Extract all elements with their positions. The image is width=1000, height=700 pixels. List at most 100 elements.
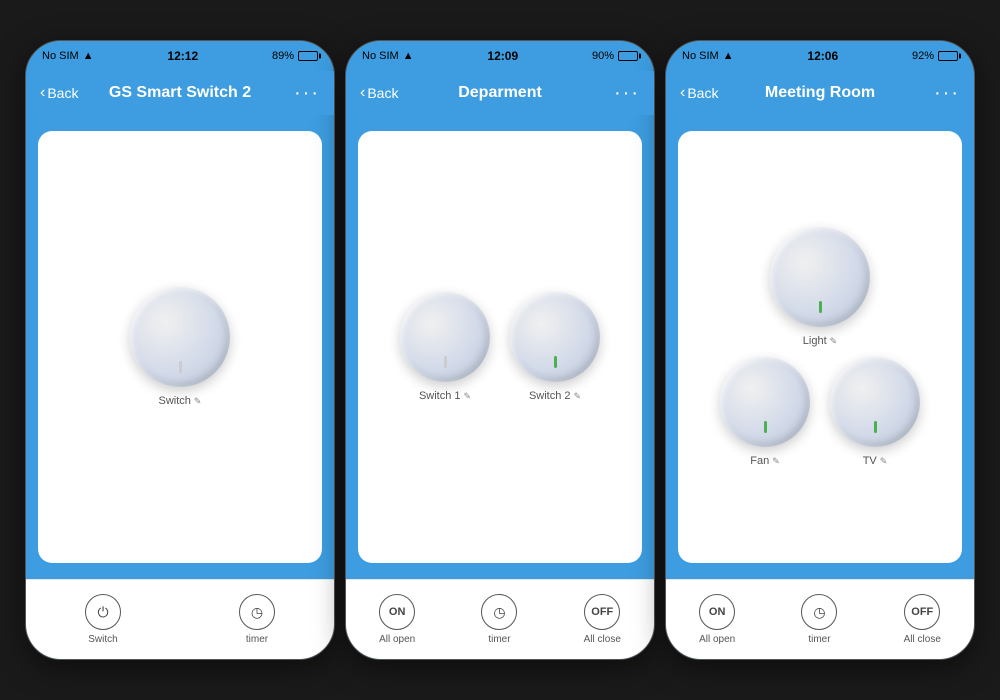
wifi-icon-2: ▲ (403, 50, 414, 62)
no-sim-label-2: No SIM (362, 50, 399, 62)
nav-bar-2: ‹ Back Deparment ··· (346, 71, 654, 115)
device-card-3: Light ✎ Fan ✎ (678, 131, 962, 563)
back-button-2[interactable]: ‹ Back (360, 84, 398, 102)
back-label-1: Back (47, 85, 78, 101)
switch-indicator-1 (179, 361, 182, 373)
switches-row-2: Switch 1 ✎ Switch 2 ✎ (400, 292, 600, 402)
phone-2: No SIM ▲ 12:09 90% ‹ Back Deparment ··· (345, 40, 655, 660)
on-icon-3: ON (699, 594, 735, 630)
nav-bar-3: ‹ Back Meeting Room ··· (666, 71, 974, 115)
timer-icon-3: ◷ (801, 594, 837, 630)
switch-knob-tv[interactable] (830, 357, 920, 447)
switch-item-1: Switch ✎ (130, 287, 230, 407)
switch-item-light: Light ✎ (770, 227, 870, 347)
status-bar-2: No SIM ▲ 12:09 90% (346, 41, 654, 71)
battery-icon-1 (298, 51, 318, 61)
battery-icon-2 (618, 51, 638, 61)
edit-icon-light[interactable]: ✎ (830, 336, 838, 347)
switch-indicator-2b (554, 356, 557, 368)
all-close-label-2: All close (584, 634, 621, 645)
toolbar-timer-2[interactable]: ◷ timer (481, 594, 517, 645)
no-sim-label-1: No SIM (42, 50, 79, 62)
toolbar-timer-1[interactable]: ◷ timer (239, 594, 275, 645)
battery-label-1: 89% (272, 50, 294, 62)
phone-3: No SIM ▲ 12:06 92% ‹ Back Meeting Room ·… (665, 40, 975, 660)
switch-item-tv: TV ✎ (830, 357, 920, 467)
switch-item-fan: Fan ✎ (720, 357, 810, 467)
switch-knob-2a[interactable] (400, 292, 490, 382)
bottom-bar-1: ⏻ Switch ◷ timer (26, 579, 334, 659)
time-1: 12:12 (167, 49, 198, 63)
back-button-1[interactable]: ‹ Back (40, 84, 78, 102)
all-close-label-3: All close (904, 634, 941, 645)
toolbar-all-open-2[interactable]: ON All open (379, 594, 415, 645)
battery-label-2: 90% (592, 50, 614, 62)
edit-icon-2b[interactable]: ✎ (574, 391, 582, 402)
edit-icon-tv[interactable]: ✎ (880, 456, 888, 467)
off-icon-3: OFF (904, 594, 940, 630)
battery-icon-3 (938, 51, 958, 61)
switch-knob-1[interactable] (130, 287, 230, 387)
timer-icon-2: ◷ (481, 594, 517, 630)
toolbar-all-close-2[interactable]: OFF All close (584, 594, 621, 645)
device-card-1: Switch ✎ (38, 131, 322, 563)
switch-label-fan: Fan ✎ (750, 455, 780, 467)
more-button-3[interactable]: ··· (934, 83, 960, 103)
switch-label-tv: TV ✎ (863, 455, 888, 467)
back-arrow-icon-1: ‹ (40, 84, 45, 102)
timer-label-2: timer (488, 634, 510, 645)
edit-icon-2a[interactable]: ✎ (464, 391, 472, 402)
back-button-3[interactable]: ‹ Back (680, 84, 718, 102)
main-content-3: Light ✎ Fan ✎ (666, 115, 974, 579)
main-content-1: Switch ✎ (26, 115, 334, 579)
timer-label-3: timer (808, 634, 830, 645)
toolbar-timer-3[interactable]: ◷ timer (801, 594, 837, 645)
switches-row-1: Switch ✎ (130, 287, 230, 407)
switch-toolbar-label-1: Switch (88, 634, 117, 645)
switch-indicator-2a (444, 356, 447, 368)
device-card-2: Switch 1 ✎ Switch 2 ✎ (358, 131, 642, 563)
knobs-grid-3: Light ✎ Fan ✎ (688, 227, 952, 467)
battery-label-3: 92% (912, 50, 934, 62)
wifi-icon-1: ▲ (83, 50, 94, 62)
bottom-bar-3: ON All open ◷ timer OFF All close (666, 579, 974, 659)
main-content-2: Switch 1 ✎ Switch 2 ✎ (346, 115, 654, 579)
more-button-2[interactable]: ··· (614, 83, 640, 103)
more-button-1[interactable]: ··· (294, 83, 320, 103)
toolbar-all-close-3[interactable]: OFF All close (904, 594, 941, 645)
off-icon-2: OFF (584, 594, 620, 630)
switch-knob-light[interactable] (770, 227, 870, 327)
switch-item-2a: Switch 1 ✎ (400, 292, 490, 402)
knobs-top-row: Light ✎ (770, 227, 870, 347)
switch-item-2b: Switch 2 ✎ (510, 292, 600, 402)
no-sim-label-3: No SIM (682, 50, 719, 62)
switch-label-light: Light ✎ (803, 335, 837, 347)
knobs-bottom-row: Fan ✎ TV ✎ (720, 357, 920, 467)
edit-icon-fan[interactable]: ✎ (772, 456, 780, 467)
status-bar-1: No SIM ▲ 12:12 89% (26, 41, 334, 71)
switch-knob-2b[interactable] (510, 292, 600, 382)
switch-label-1: Switch ✎ (159, 395, 202, 407)
bottom-bar-2: ON All open ◷ timer OFF All close (346, 579, 654, 659)
switch-indicator-light (819, 301, 822, 313)
edit-icon-1[interactable]: ✎ (194, 396, 202, 407)
toolbar-switch-1[interactable]: ⏻ Switch (85, 594, 121, 645)
back-label-3: Back (687, 85, 718, 101)
toolbar-all-open-3[interactable]: ON All open (699, 594, 735, 645)
switch-knob-fan[interactable] (720, 357, 810, 447)
wifi-icon-3: ▲ (723, 50, 734, 62)
nav-title-3: Meeting Room (765, 84, 875, 102)
timer-icon-1: ◷ (239, 594, 275, 630)
nav-bar-1: ‹ Back GS Smart Switch 2 ··· (26, 71, 334, 115)
all-open-label-3: All open (699, 634, 735, 645)
back-arrow-icon-2: ‹ (360, 84, 365, 102)
back-label-2: Back (367, 85, 398, 101)
time-2: 12:09 (487, 49, 518, 63)
time-3: 12:06 (807, 49, 838, 63)
back-arrow-icon-3: ‹ (680, 84, 685, 102)
phones-container: No SIM ▲ 12:12 89% ‹ Back GS Smart Switc… (25, 40, 975, 660)
phone-1: No SIM ▲ 12:12 89% ‹ Back GS Smart Switc… (25, 40, 335, 660)
nav-title-2: Deparment (458, 84, 542, 102)
switch-label-2a: Switch 1 ✎ (419, 390, 471, 402)
switch-indicator-fan (764, 421, 767, 433)
